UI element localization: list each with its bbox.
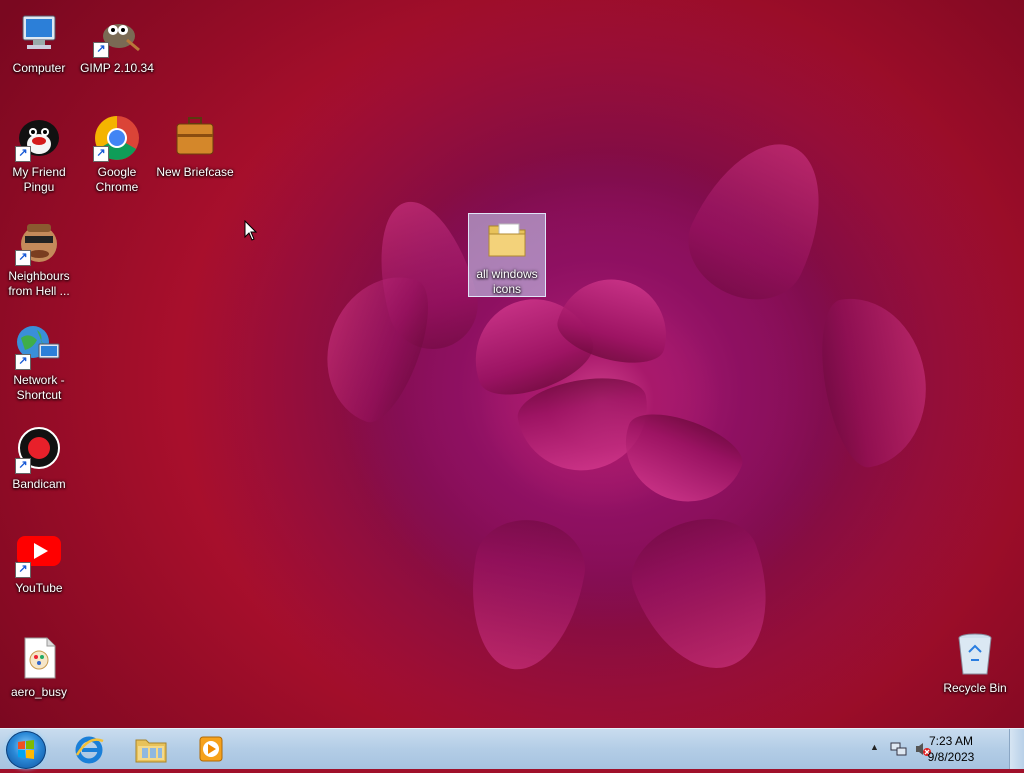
desktop-icon-bandicam[interactable]: ↗ Bandicam <box>0 426 78 492</box>
youtube-icon: ↗ <box>15 530 63 578</box>
shortcut-arrow-icon: ↗ <box>93 146 109 162</box>
desktop-icon-gimp[interactable]: ↗ GIMP 2.10.34 <box>78 10 156 76</box>
briefcase-icon <box>171 114 219 162</box>
wallpaper-petal <box>618 502 792 688</box>
wallpaper-petal <box>810 287 940 473</box>
desktop-icon-neighbours-from-hell[interactable]: ↗ Neighbours from Hell ... <box>0 218 78 299</box>
desktop-icon-network-shortcut[interactable]: ↗ Network - Shortcut <box>0 322 78 403</box>
shortcut-arrow-icon: ↗ <box>15 562 31 578</box>
clock-time: 7:23 AM <box>928 734 974 748</box>
internet-explorer-icon <box>75 736 104 764</box>
shortcut-arrow-icon: ↗ <box>15 146 31 162</box>
media-player-icon <box>199 736 223 762</box>
wallpaper-petal <box>457 511 593 679</box>
taskbar: ▲ 7:23 AM 9/8/2023 <box>0 728 1024 769</box>
shortcut-arrow-icon: ↗ <box>15 354 31 370</box>
file-explorer-icon <box>135 739 167 763</box>
clock-date: 9/8/2023 <box>927 750 975 764</box>
taskbar-internet-explorer[interactable] <box>62 731 116 767</box>
desktop-background[interactable]: Computer ↗ GIMP 2.10.34 ↗ My Friend Ping… <box>0 0 1024 728</box>
shortcut-arrow-icon: ↗ <box>15 458 31 474</box>
neighbours-icon: ↗ <box>15 218 63 266</box>
taskbar-media-player[interactable] <box>184 731 238 767</box>
desktop-icon-aero-busy[interactable]: aero_busy <box>0 634 78 700</box>
tray-show-hidden-icons[interactable]: ▲ <box>870 742 879 752</box>
start-button[interactable] <box>6 731 46 769</box>
network-icon: ↗ <box>15 322 63 370</box>
shortcut-arrow-icon: ↗ <box>93 42 109 58</box>
bandicam-icon: ↗ <box>15 426 63 474</box>
desktop-icon-new-briefcase[interactable]: New Briefcase <box>156 114 234 180</box>
desktop-icon-recycle-bin[interactable]: Recycle Bin <box>936 630 1014 696</box>
recycle-bin-icon <box>951 630 999 678</box>
desktop-icon-youtube[interactable]: ↗ YouTube <box>0 530 78 596</box>
show-desktop-button[interactable] <box>1009 729 1024 769</box>
aero-busy-file-icon <box>15 634 63 682</box>
desktop-icon-google-chrome[interactable]: ↗ Google Chrome <box>78 114 156 195</box>
windows-start-icon <box>18 740 34 759</box>
wallpaper-petal <box>671 122 849 318</box>
desktop-icon-all-windows-icons[interactable]: all windows icons <box>468 213 546 297</box>
computer-icon <box>15 10 63 58</box>
chrome-icon: ↗ <box>93 114 141 162</box>
folder-icon <box>483 216 531 264</box>
taskbar-clock[interactable]: 7:23 AM 9/8/2023 <box>916 733 986 765</box>
shortcut-arrow-icon: ↗ <box>15 250 31 266</box>
taskbar-windows-explorer[interactable] <box>124 731 178 767</box>
wallpaper-petal <box>609 401 751 519</box>
mouse-cursor-icon <box>244 220 258 241</box>
network-tray-icon[interactable] <box>890 741 908 757</box>
gimp-icon: ↗ <box>93 10 141 58</box>
desktop-icon-computer[interactable]: Computer <box>0 10 78 76</box>
pingu-icon: ↗ <box>15 114 63 162</box>
desktop-icon-my-friend-pingu[interactable]: ↗ My Friend Pingu <box>0 114 78 195</box>
